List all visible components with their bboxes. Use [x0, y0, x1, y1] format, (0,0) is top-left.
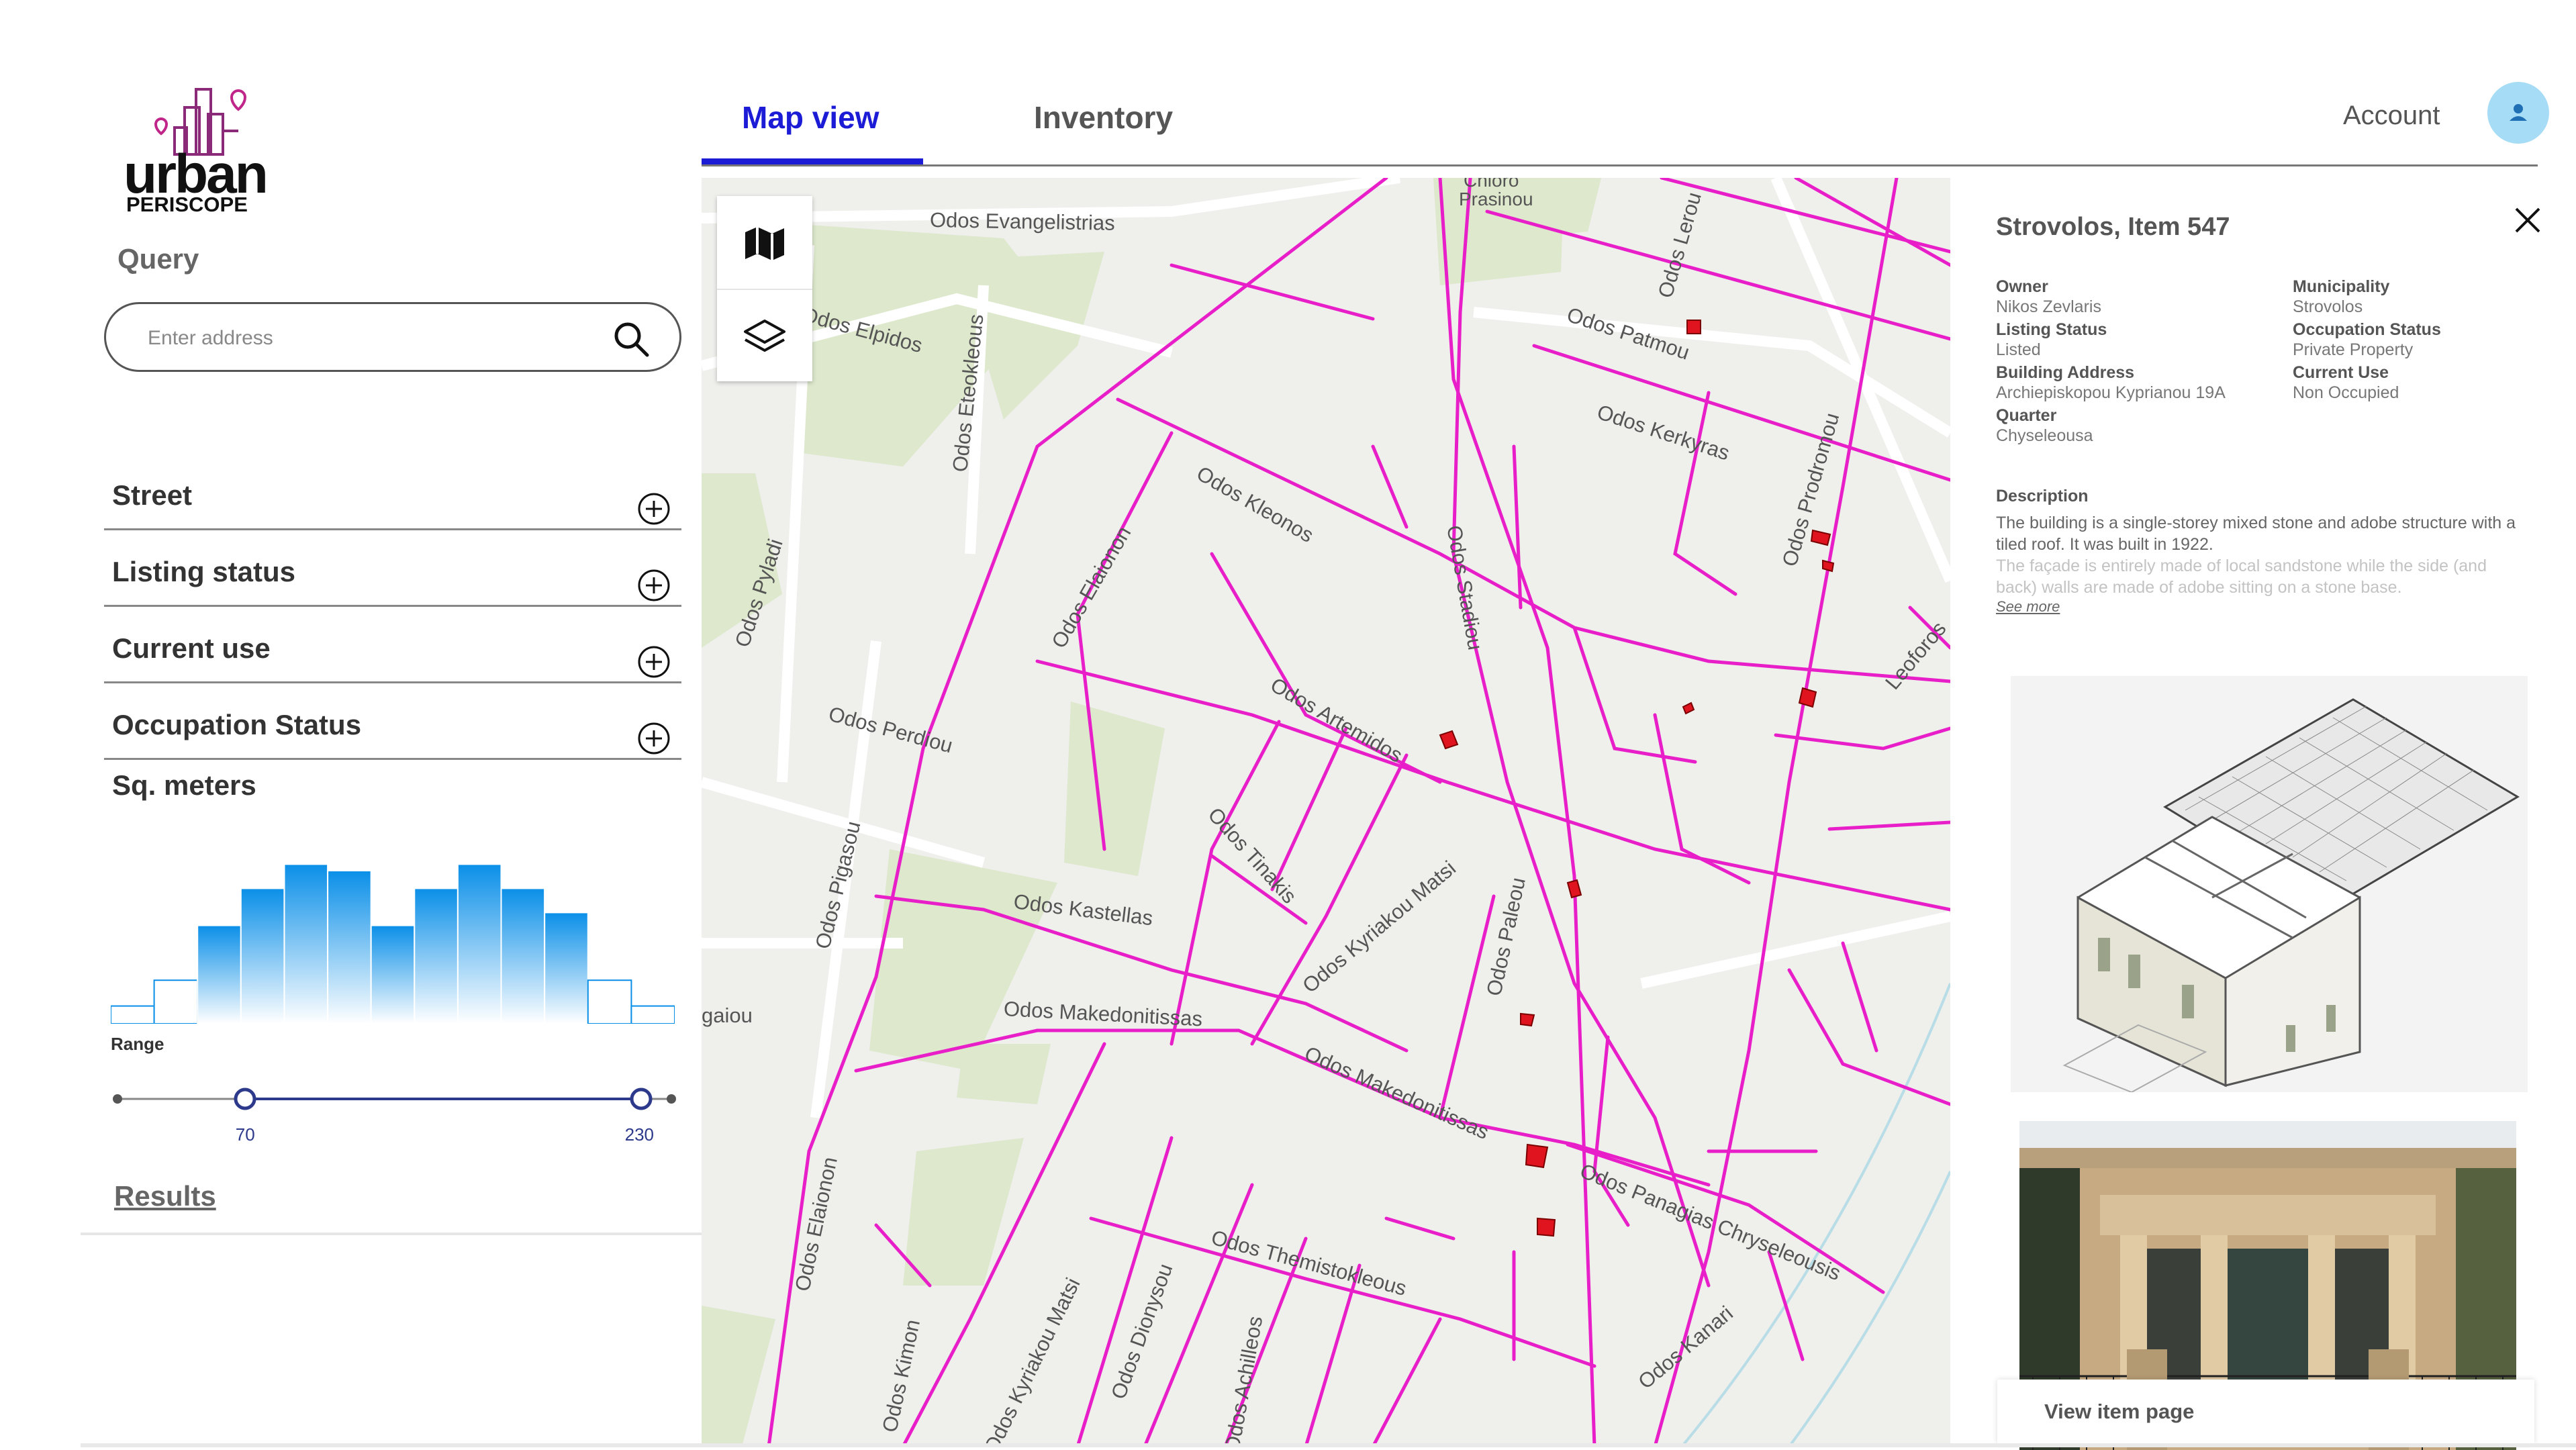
range-slider[interactable]: 70 230	[111, 1064, 678, 1145]
user-icon	[2510, 104, 2527, 121]
search-icon[interactable]	[611, 319, 651, 359]
histogram-bar	[370, 924, 416, 1024]
slider-low-value: 70	[235, 1124, 255, 1145]
histogram-bar	[544, 912, 589, 1024]
results-link[interactable]: Results	[114, 1180, 216, 1212]
field-value-owner: Nikos Zevlaris	[1996, 297, 2101, 316]
building-drawing	[2062, 698, 2520, 1092]
tab-map-view[interactable]: Map view	[742, 99, 879, 136]
map-street-label: Odos Evangelistrias	[929, 208, 1115, 235]
slider-low-handle[interactable]	[233, 1087, 257, 1111]
map-tool-panel	[717, 196, 812, 381]
plus-circle-icon[interactable]	[636, 721, 671, 756]
slider-high-handle[interactable]	[629, 1087, 653, 1111]
description-faded-text: The façade is entirely made of local san…	[1996, 557, 2487, 597]
histogram-bar	[500, 887, 546, 1024]
description-title: Description	[1996, 487, 2089, 505]
filter-occupation-status[interactable]: Occupation Status	[104, 683, 681, 760]
field-label-building-address: Building Address	[1996, 363, 2135, 382]
view-item-page-label: View item page	[2044, 1400, 2195, 1423]
sq-meters-histogram	[111, 863, 675, 1024]
histogram-bar	[327, 870, 372, 1024]
histogram-bar	[630, 1005, 675, 1024]
item-title: Strovolos, Item 547	[1996, 213, 2230, 241]
layers-button[interactable]	[717, 289, 812, 381]
plus-circle-icon[interactable]	[636, 491, 671, 526]
plus-circle-icon[interactable]	[636, 644, 671, 679]
description-text: The building is a single-storey mixed st…	[1996, 514, 2516, 554]
field-value-municipality: Strovolos	[2293, 297, 2363, 316]
address-search-box[interactable]	[104, 302, 681, 372]
histogram-bar	[283, 863, 329, 1024]
item-detail-panel: Strovolos, Item 547 Owner Nikos Zevlaris…	[1950, 171, 2555, 1450]
field-label-owner: Owner	[1996, 277, 2048, 296]
sidebar-divider	[81, 1232, 702, 1235]
filter-label: Listing status	[112, 556, 296, 587]
histogram-bar	[414, 887, 459, 1024]
view-item-page-button[interactable]: View item page	[1997, 1380, 2534, 1443]
close-icon[interactable]	[2511, 203, 2544, 237]
slider-high-value: 230	[624, 1124, 655, 1145]
avatar[interactable]	[2487, 82, 2549, 144]
urban-periscope-logo[interactable]: urban PERISCOPE	[121, 77, 295, 218]
sidebar: urban PERISCOPE Query Street Listing sta…	[0, 0, 702, 1450]
field-label-current-use: Current Use	[2293, 363, 2389, 382]
filter-label: Street	[112, 479, 193, 511]
map-place-label: Prasinou	[1459, 189, 1533, 209]
field-value-occupation-status: Private Property	[2293, 340, 2414, 359]
slider-max-dot	[667, 1094, 676, 1104]
field-label-listing-status: Listing Status	[1996, 320, 2107, 339]
map-icon	[745, 227, 784, 260]
bottom-divider	[81, 1443, 2576, 1447]
field-label-occupation-status: Occupation Status	[2293, 320, 2441, 339]
histogram-bar	[240, 887, 285, 1024]
field-label-quarter: Quarter	[1996, 406, 2057, 425]
account-link[interactable]: Account	[2343, 101, 2440, 131]
range-slider-track	[113, 1094, 676, 1104]
top-header: Map view Inventory Account	[702, 0, 2576, 171]
filter-label: Current use	[112, 632, 271, 664]
field-value-quarter: Chyseleousa	[1996, 426, 2093, 445]
map-canvas[interactable]: Odos Evangelistrias Odos Elpidos Odos Et…	[702, 178, 1950, 1447]
header-divider	[702, 164, 2538, 166]
field-value-building-address: Archiepiskopou Kyprianou 19A	[1996, 383, 2226, 402]
tab-inventory[interactable]: Inventory	[1034, 99, 1173, 136]
filter-listing-status[interactable]: Listing status	[104, 530, 681, 607]
histogram-bar	[587, 979, 632, 1024]
see-more-link[interactable]: See more	[1996, 598, 2060, 616]
plus-circle-icon[interactable]	[636, 568, 671, 603]
map-street-label: gaiou	[702, 1004, 753, 1027]
histogram-bar	[197, 924, 242, 1024]
field-label-municipality: Municipality	[2293, 277, 2390, 296]
logo-sub: PERISCOPE	[126, 193, 248, 216]
basemap-button[interactable]	[717, 196, 812, 290]
filter-current-use[interactable]: Current use	[104, 607, 681, 683]
query-title: Query	[117, 243, 199, 275]
building-axonometric-image[interactable]	[2011, 676, 2528, 1092]
filter-label: Occupation Status	[112, 709, 362, 740]
field-value-listing-status: Listed	[1996, 340, 2041, 359]
histogram-bar	[111, 1005, 155, 1024]
layers-icon	[744, 320, 785, 352]
slider-min-dot	[113, 1094, 122, 1104]
sq-meters-title: Sq. meters	[112, 769, 256, 801]
search-input[interactable]	[146, 319, 565, 358]
range-label: Range	[111, 1034, 164, 1054]
histogram-bar	[153, 979, 199, 1024]
filter-street[interactable]: Street	[104, 454, 681, 530]
field-value-current-use: Non Occupied	[2293, 383, 2399, 402]
histogram-bar	[457, 863, 502, 1024]
